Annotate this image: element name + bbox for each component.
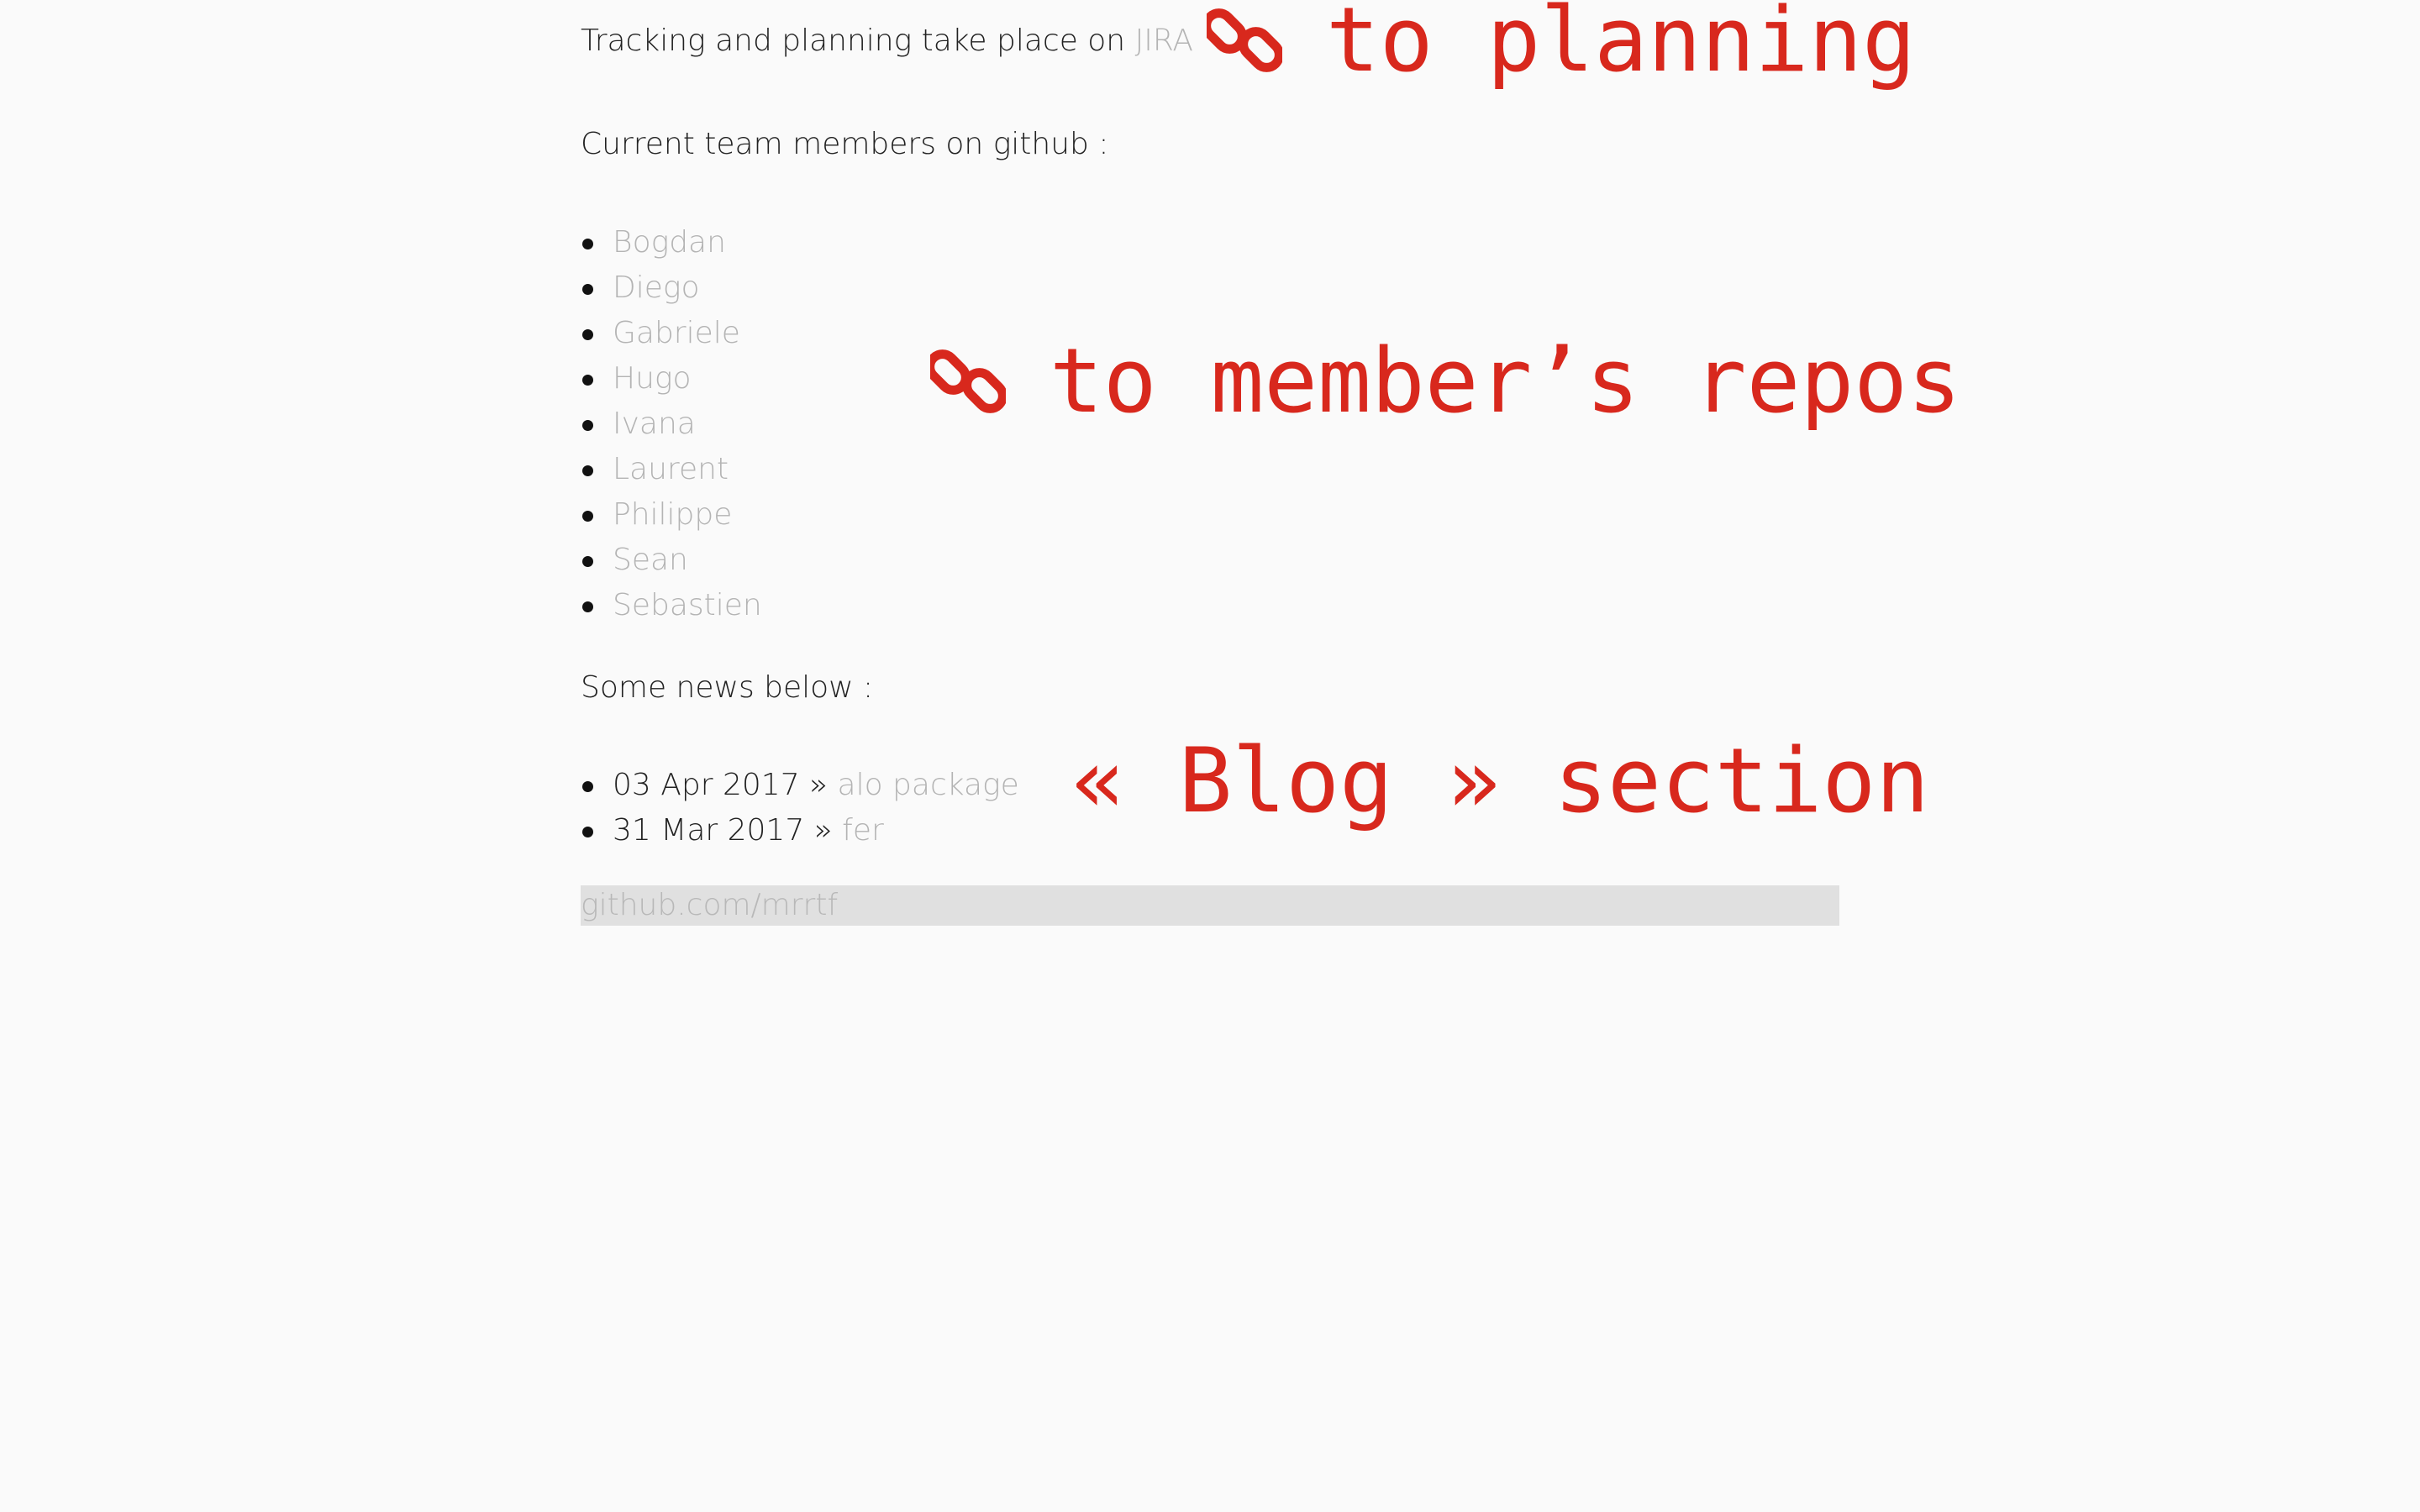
news-date: 31 Mar 2017 [613,813,805,848]
bullet [582,375,593,386]
footer-bar: github.com/mrrtf [581,885,1839,926]
annotation-planning: to planning [1207,0,1916,91]
bullet [582,239,593,249]
bullet [582,329,593,340]
list-item: 31 Mar 2017 » fer [581,808,1019,853]
member-link-hugo[interactable]: Hugo [613,361,692,396]
chain-link-icon [1207,8,1282,72]
bullet [582,556,593,567]
list-item: Sebastien [581,583,762,628]
bullet [582,511,593,522]
list-item: Sean [581,538,762,583]
list-item: 03 Apr 2017 » alo package [581,763,1019,808]
annotation-repos: to member’s repos [930,331,1961,432]
news-heading: Some news below : [581,670,874,705]
member-link-gabriele[interactable]: Gabriele [613,316,740,350]
list-item: Bogdan [581,220,762,265]
bullet [582,781,593,792]
annotation-repos-text: to member’s repos [1050,329,1961,433]
member-link-sean[interactable]: Sean [613,543,688,577]
list-item: Gabriele [581,311,762,356]
bullet [582,284,593,295]
annotation-blog: « Blog » section [1071,731,1929,832]
footer-github-link[interactable]: github.com/mrrtf [581,885,1839,926]
list-item: Ivana [581,402,762,447]
news-link[interactable]: fer [842,813,884,848]
news-separator: » [799,768,838,802]
bullet [582,465,593,476]
news-link[interactable]: alo package [838,768,1019,802]
members-heading: Current team members on github : [581,127,1109,161]
member-link-diego[interactable]: Diego [613,270,700,305]
member-link-ivana[interactable]: Ivana [613,407,696,441]
intro-paragraph: Tracking and planning take place on JIRA [581,18,1193,64]
list-item: Laurent [581,447,762,492]
news-list: 03 Apr 2017 » alo package 31 Mar 2017 » … [581,763,1019,853]
annotation-blog-text: « Blog » section [1071,729,1930,832]
bullet [582,420,593,431]
bullet [582,827,593,837]
member-link-bogdan[interactable]: Bogdan [613,225,726,260]
list-item: Philippe [581,492,762,538]
member-link-laurent[interactable]: Laurent [613,452,729,486]
jira-link[interactable]: JIRA [1135,24,1193,58]
member-link-philippe[interactable]: Philippe [613,497,732,532]
member-link-sebastien[interactable]: Sebastien [613,588,762,622]
intro-text: Tracking and planning take place on [581,24,1135,58]
members-list: Bogdan Diego Gabriele Hugo Ivana Laurent… [581,220,762,628]
news-date: 03 Apr 2017 [613,768,800,802]
bullet [582,601,593,612]
list-item: Diego [581,265,762,311]
chain-link-icon [930,349,1006,413]
annotation-planning-text: to planning [1326,0,1916,92]
list-item: Hugo [581,356,762,402]
news-separator: » [804,813,843,848]
